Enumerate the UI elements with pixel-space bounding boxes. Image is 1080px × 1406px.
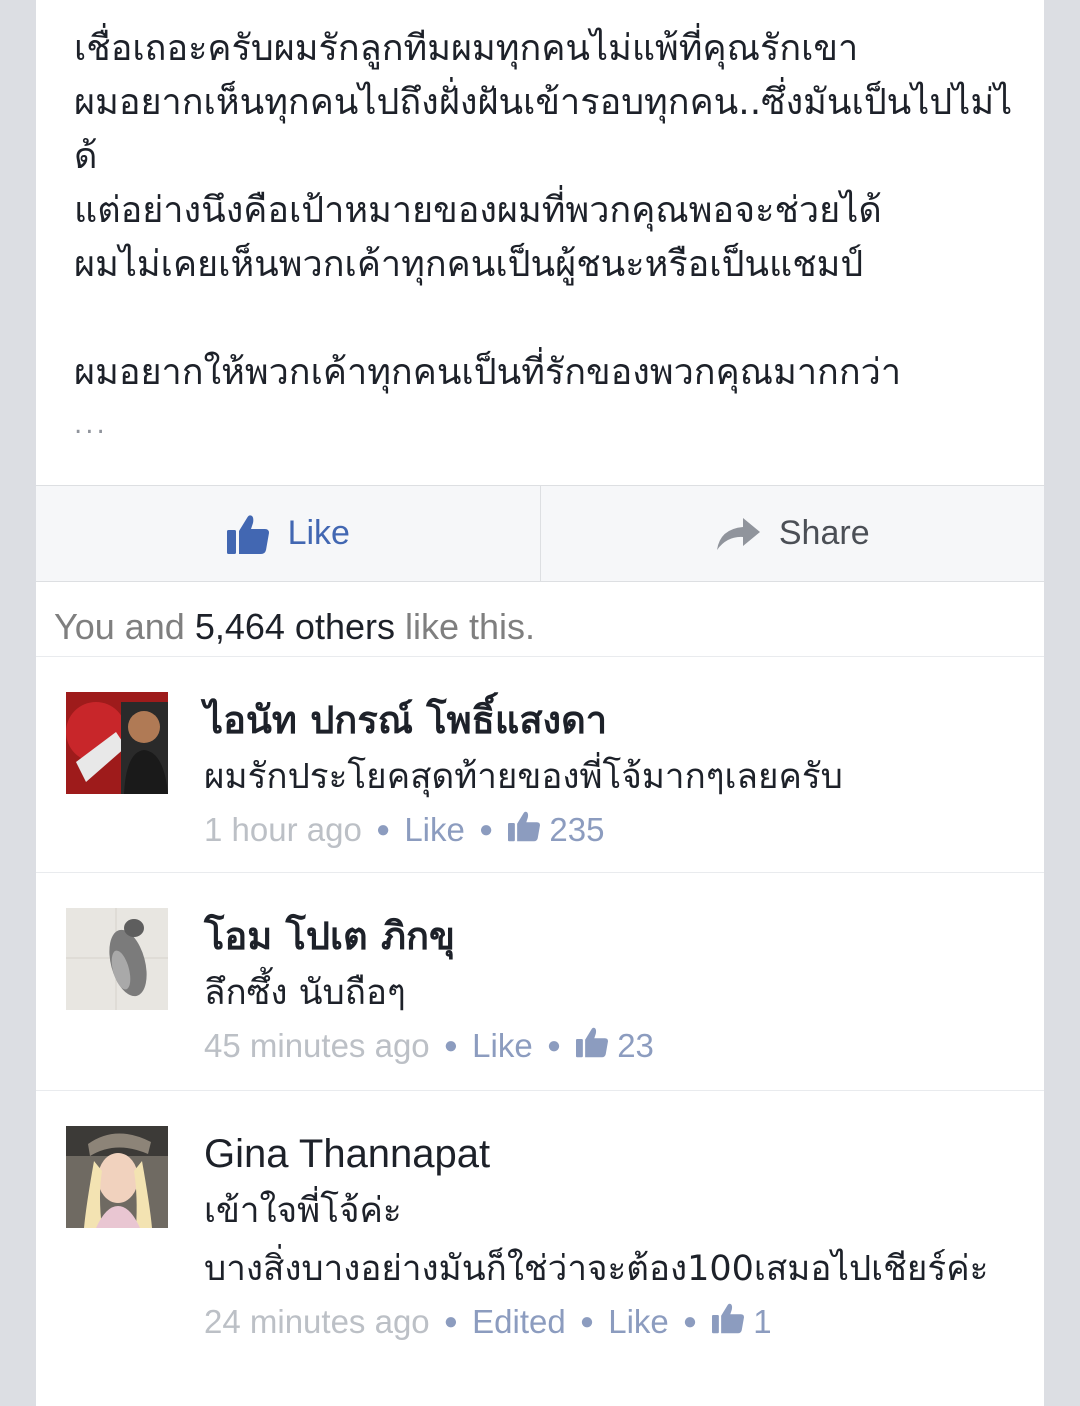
comment-meta: 45 minutes ago ● Like ● 23 (204, 1026, 1024, 1066)
comment-meta: 1 hour ago ● Like ● 235 (204, 810, 1024, 850)
like-button-label: Like (287, 514, 350, 552)
likes-summary-count[interactable]: 5,464 others (195, 606, 395, 647)
comment-text: ผมรักประโยคสุดท้ายของพี่โจ้มากๆเลยครับ (204, 757, 843, 797)
comment-body: ไอนัท ปกรณ์ โพธิ์แสงดา ผมรักประโยคสุดท้า… (204, 692, 1024, 850)
comment-body: Gina Thannapat เข้าใจพี่โจ้ค่ะ บางสิ่งบา… (204, 1126, 1024, 1342)
post-actions-bar: Like Share (36, 485, 1044, 582)
comment-timestamp[interactable]: 45 minutes ago (204, 1027, 430, 1065)
separator-dot: ● (443, 1308, 459, 1335)
thumbs-up-icon (711, 1302, 745, 1342)
comment-like-count[interactable]: 1 (753, 1303, 771, 1341)
avatar[interactable] (66, 908, 168, 1010)
divider (36, 872, 1044, 873)
likes-summary[interactable]: You and 5,464 others like this. (54, 606, 1034, 648)
comment-like-link[interactable]: Like (472, 1027, 533, 1065)
comment-like-link[interactable]: Like (404, 811, 465, 849)
likes-summary-suffix: like this. (394, 606, 536, 647)
post-card: เชื่อเถอะครับผมรักลูกทีมผมทุกคนไม่แพ้ที่… (36, 0, 1044, 1406)
thumbs-up-icon (226, 513, 270, 555)
comment-like-link[interactable]: Like (608, 1303, 669, 1341)
comment-meta: 24 minutes ago ● Edited ● Like ● 1 (204, 1302, 1024, 1342)
post-text: เชื่อเถอะครับผมรักลูกทีมผมทุกคนไม่แพ้ที่… (74, 28, 1013, 393)
share-arrow-icon (715, 516, 761, 552)
separator-dot: ● (579, 1308, 595, 1335)
share-button[interactable]: Share (539, 486, 1045, 581)
avatar[interactable] (66, 1126, 168, 1228)
comment-edited-link[interactable]: Edited (472, 1303, 566, 1341)
comment-text: ลึกซึ้ง นับถือๆ (204, 973, 406, 1013)
separator-dot: ● (443, 1032, 459, 1059)
thumbs-up-icon (507, 810, 541, 850)
comment-like-count[interactable]: 23 (617, 1027, 654, 1065)
comment-timestamp[interactable]: 1 hour ago (204, 811, 362, 849)
likes-summary-prefix: You and (54, 606, 195, 647)
comment-author[interactable]: ไอนัท ปกรณ์ โพธิ์แสงดา (204, 692, 1024, 748)
comment-like-count[interactable]: 235 (549, 811, 604, 849)
separator-dot: ● (546, 1032, 562, 1059)
see-more-ellipsis[interactable]: ... (74, 410, 108, 440)
comment-text: เข้าใจพี่โจ้ค่ะ บางสิ่งบางอย่างมันก็ใช่ว… (204, 1191, 989, 1289)
divider (36, 1090, 1044, 1091)
separator-dot: ● (682, 1308, 698, 1335)
separator-dot: ● (478, 816, 494, 843)
share-button-label: Share (778, 514, 870, 552)
comment-author[interactable]: Gina Thannapat (204, 1126, 1024, 1182)
comment-author[interactable]: โอม โปเต ภิกขุ (204, 908, 1024, 964)
comment-body: โอม โปเต ภิกขุ ลึกซึ้ง นับถือๆ 45 minute… (204, 908, 1024, 1066)
thumbs-up-icon (575, 1026, 609, 1066)
divider (36, 656, 1044, 657)
like-button[interactable]: Like (36, 486, 540, 581)
separator-dot: ● (375, 816, 391, 843)
comment-timestamp[interactable]: 24 minutes ago (204, 1303, 430, 1341)
avatar[interactable] (66, 692, 168, 794)
